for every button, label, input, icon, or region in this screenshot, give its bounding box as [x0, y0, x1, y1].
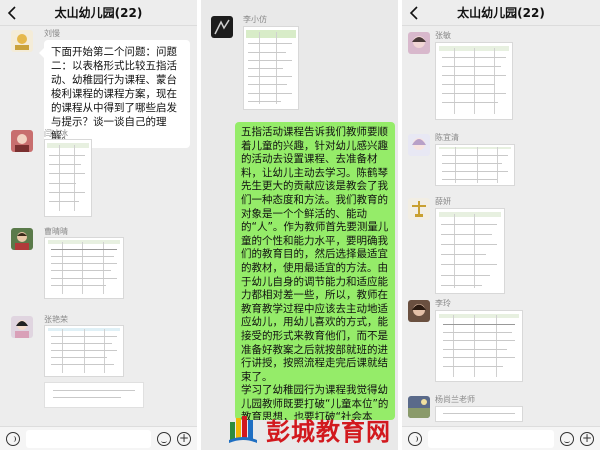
plus-icon[interactable]: +: [580, 432, 594, 446]
chat-title: 太山幼儿园(22): [54, 6, 143, 20]
chat-panel-left: 太山幼儿园(22) 刘慢 下面开始第二个问题：问题二：以表格形式比较五指活动、幼…: [0, 0, 197, 450]
document-image[interactable]: [44, 325, 124, 377]
sender-name: 张敏: [435, 31, 451, 40]
input-bar: +: [402, 426, 600, 450]
message-input[interactable]: [428, 430, 554, 448]
voice-icon[interactable]: [6, 432, 20, 446]
sender-name: 曹晴晴: [44, 227, 68, 236]
avatar[interactable]: [408, 134, 430, 156]
document-image[interactable]: [435, 144, 515, 186]
back-arrow-icon[interactable]: [7, 6, 17, 20]
voice-icon[interactable]: [408, 432, 422, 446]
chat-header: 太山幼儿园(22): [402, 0, 600, 26]
chat-title: 太山幼儿园(22): [457, 6, 545, 20]
screenshot-collage: 太山幼儿园(22) 刘慢 下面开始第二个问题：问题二：以表格形式比较五指活动、幼…: [0, 0, 600, 450]
sender-name: 李玲: [435, 299, 451, 308]
avatar[interactable]: [408, 32, 430, 54]
avatar[interactable]: [11, 228, 33, 250]
chat-header: 太山幼儿园(22): [0, 0, 197, 26]
avatar[interactable]: [11, 316, 33, 338]
sender-name: 闫冰冰: [44, 129, 68, 138]
sender-name: 张艳荣: [44, 315, 68, 324]
sender-name: 刘慢: [44, 29, 60, 38]
sender-name: 陈宜清: [435, 133, 459, 142]
document-image[interactable]: [435, 406, 523, 422]
chat-panel-middle: 李小仿 五指活动课程告诉我们教师要顺着儿童的兴趣，针对幼儿感兴趣的活动去设置课程…: [201, 0, 398, 450]
avatar[interactable]: [211, 16, 233, 38]
message-bubble-self[interactable]: 五指活动课程告诉我们教师要顺着儿童的兴趣，针对幼儿感兴趣的活动去设置课程、去准备…: [235, 122, 395, 420]
back-arrow-icon[interactable]: [409, 6, 419, 20]
plus-icon[interactable]: +: [177, 432, 191, 446]
document-image[interactable]: [44, 382, 144, 408]
input-bar: +: [0, 426, 197, 450]
avatar[interactable]: [11, 130, 33, 152]
avatar[interactable]: [408, 396, 430, 418]
document-image[interactable]: [435, 208, 505, 294]
sender-name: 李小仿: [243, 15, 267, 24]
emoji-icon[interactable]: [560, 432, 574, 446]
document-image[interactable]: [44, 139, 92, 217]
avatar[interactable]: [408, 198, 430, 220]
message-text: 五指活动课程告诉我们教师要顺着儿童的兴趣，针对幼儿感兴趣的活动去设置课程、去准备…: [241, 126, 389, 420]
watermark-text: 彭城教育网: [266, 416, 391, 446]
emoji-icon[interactable]: [157, 432, 171, 446]
document-image[interactable]: [243, 26, 299, 110]
message-input[interactable]: [26, 430, 151, 448]
avatar[interactable]: [11, 30, 33, 52]
avatar[interactable]: [408, 300, 430, 322]
document-image[interactable]: [435, 310, 523, 382]
sender-name: 薛妍: [435, 197, 451, 206]
sender-name: 杨尚兰老师: [435, 395, 475, 404]
book-logo-icon: [229, 416, 257, 443]
document-image[interactable]: [435, 42, 513, 120]
document-image[interactable]: [44, 237, 124, 299]
chat-panel-right: 太山幼儿园(22) 张敏 陈宜清 薛妍 李玲 杨尚兰老师 +: [402, 0, 600, 450]
watermark: 彭城教育网: [228, 411, 398, 447]
